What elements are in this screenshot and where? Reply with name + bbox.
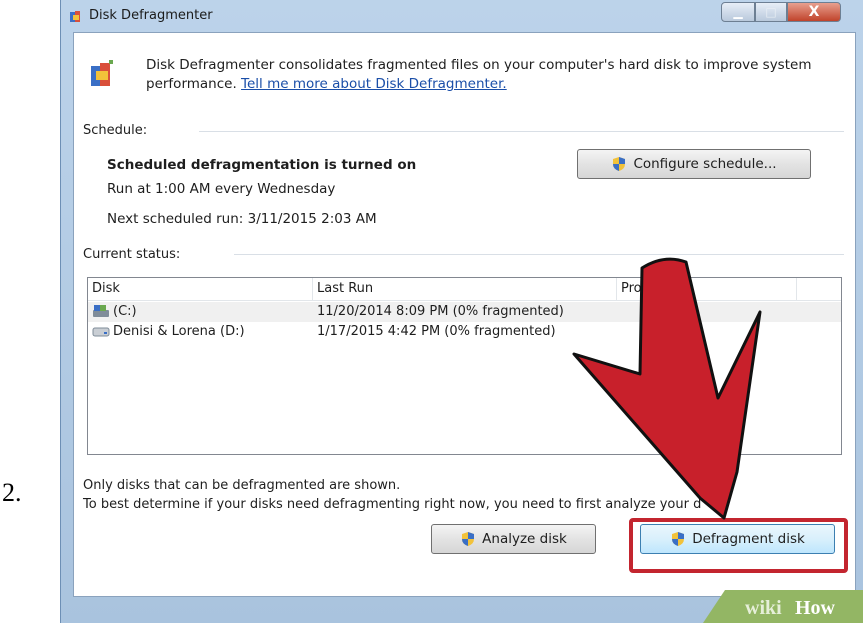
watermark-how: How: [795, 597, 836, 619]
red-pointer-arrow-icon: [572, 257, 762, 520]
watermark-wiki: wiki: [745, 597, 782, 619]
wikihow-watermark: wiki How: [703, 590, 863, 623]
